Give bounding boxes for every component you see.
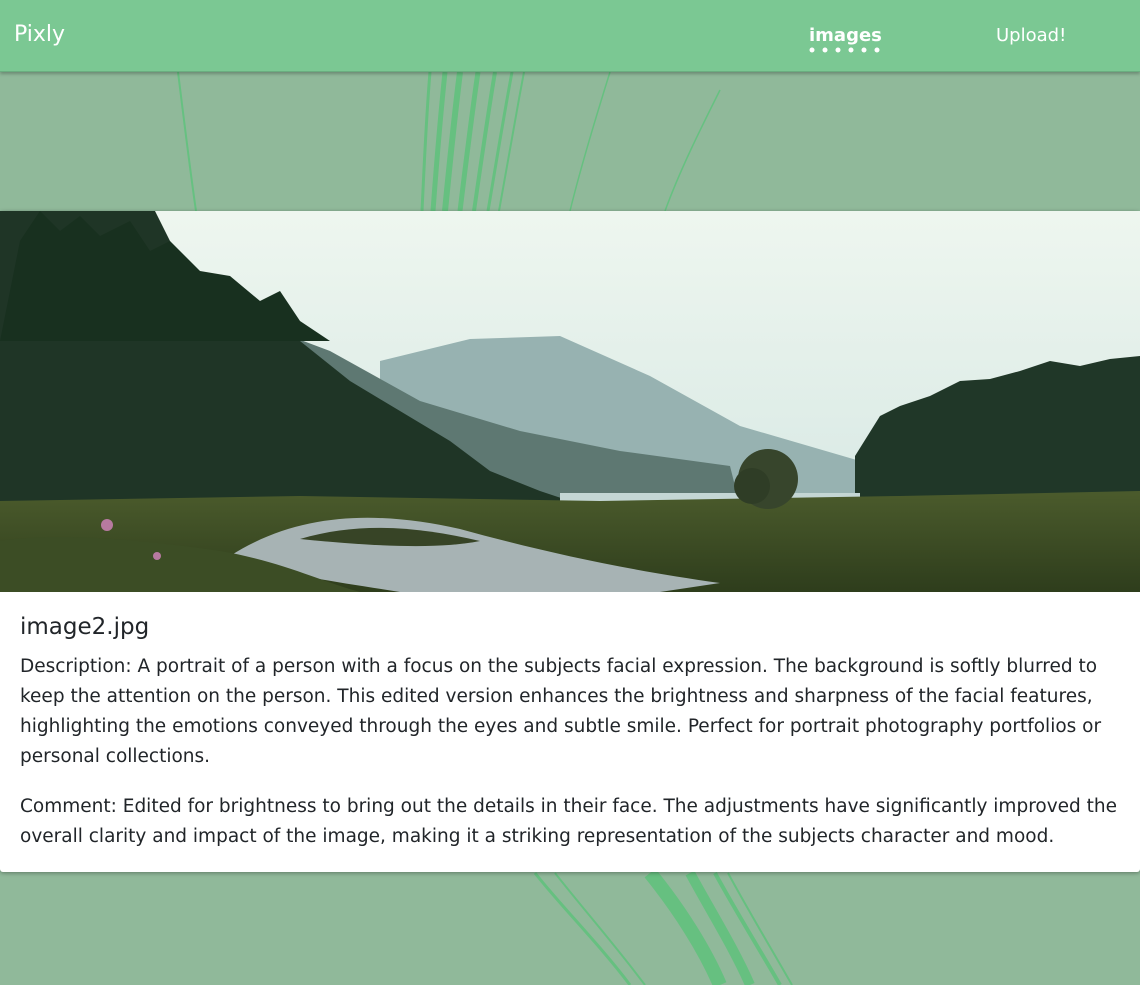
image-card: image2.jpg Description: A portrait of a … (0, 211, 1140, 872)
card-title: image2.jpg (20, 614, 150, 640)
navbar: Pixly images Upload! (0, 0, 1140, 72)
active-underline-dots (809, 47, 880, 53)
card-image[interactable] (0, 211, 1140, 592)
nav-link-images[interactable]: images (809, 25, 882, 46)
image-comment: Comment: Edited for brightness to bring … (20, 796, 1118, 847)
brand-link[interactable]: Pixly (14, 22, 65, 47)
nav-link-upload[interactable]: Upload! (996, 25, 1066, 46)
image-description: Description: A portrait of a person with… (20, 656, 1102, 767)
